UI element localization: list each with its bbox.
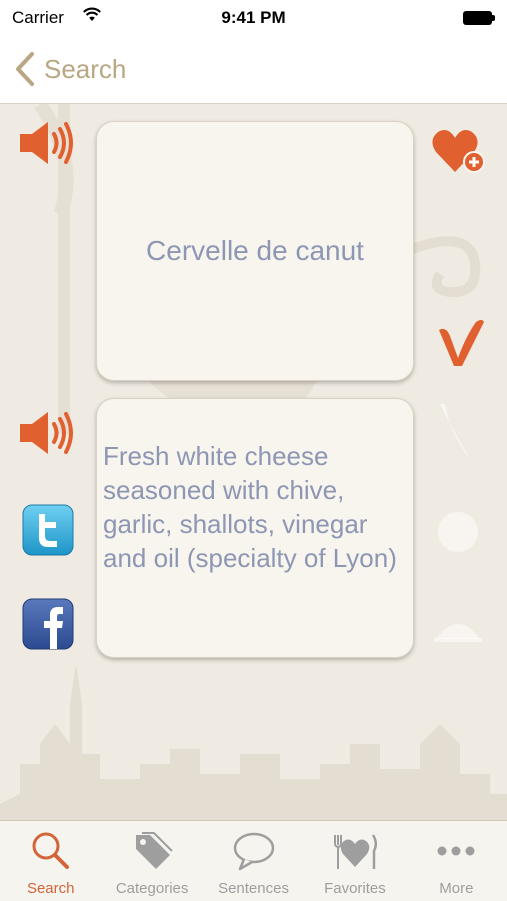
- tab-label: Categories: [115, 880, 189, 897]
- battery-icon: [463, 11, 495, 25]
- tab-more[interactable]: More: [406, 821, 507, 901]
- tab-bar: Search Categories Sentences Favorites Mo…: [0, 820, 507, 901]
- heart-cutlery-icon: [333, 834, 377, 869]
- term-card: Cervelle de canut: [96, 121, 414, 381]
- tab-categories[interactable]: Categories: [101, 821, 202, 901]
- speaker-icon[interactable]: [18, 120, 76, 166]
- tab-label: More: [439, 880, 474, 897]
- v-logo-icon[interactable]: [436, 316, 486, 368]
- heart-add-icon[interactable]: [430, 126, 488, 178]
- chevron-left-icon: [16, 52, 34, 86]
- navigation-bar: Search: [0, 36, 507, 104]
- tab-label: Favorites: [324, 880, 386, 897]
- tab-label: Sentences: [218, 880, 289, 897]
- content-area: Cervelle de canut Fresh white cheese sea…: [0, 104, 507, 820]
- status-bar: Carrier 9:41 PM: [0, 0, 507, 36]
- definition-speaker-icon[interactable]: [18, 410, 76, 456]
- speech-bubble-icon: [233, 832, 274, 871]
- definition-text: Fresh white cheese seasoned with chive, …: [103, 441, 397, 573]
- tag-icon: [136, 832, 173, 869]
- tab-search[interactable]: Search: [0, 821, 101, 901]
- more-dots-icon: [437, 846, 475, 856]
- tab-favorites[interactable]: Favorites: [304, 821, 405, 901]
- definition-card: Fresh white cheese seasoned with chive, …: [96, 398, 414, 658]
- search-icon: [32, 832, 69, 869]
- back-button[interactable]: Search: [12, 48, 126, 90]
- tab-label: Search: [26, 880, 75, 897]
- tab-sentences[interactable]: Sentences: [203, 821, 304, 901]
- twitter-icon[interactable]: [22, 504, 74, 556]
- facebook-icon[interactable]: [22, 598, 74, 650]
- back-label: Search: [44, 53, 127, 84]
- clock: 9:41 PM: [221, 8, 286, 27]
- term-text: Cervelle de canut: [146, 235, 364, 266]
